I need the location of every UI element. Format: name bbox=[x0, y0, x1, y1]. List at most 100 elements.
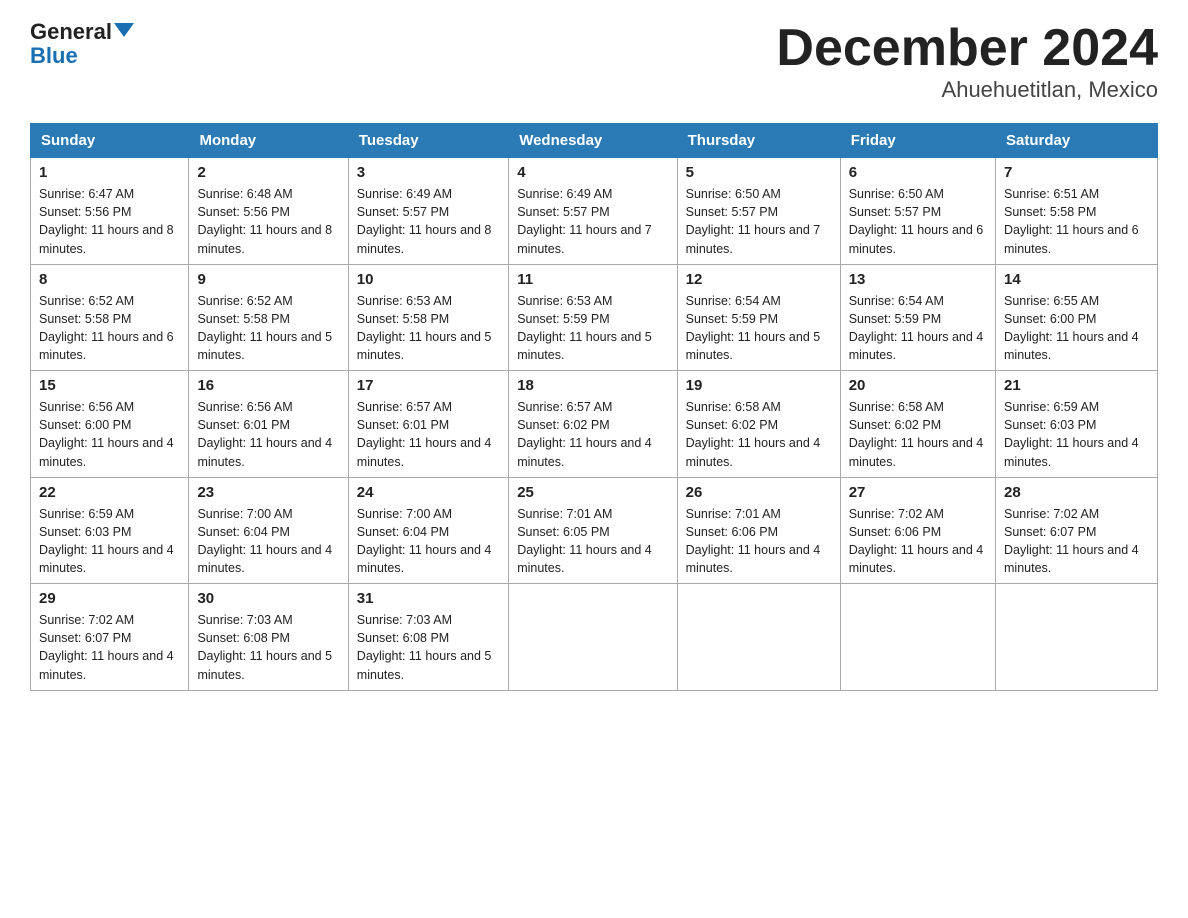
calendar-cell: 10 Sunrise: 6:53 AMSunset: 5:58 PMDayligh… bbox=[348, 264, 508, 371]
day-number: 27 bbox=[849, 484, 987, 501]
day-number: 15 bbox=[39, 377, 180, 394]
day-number: 21 bbox=[1004, 377, 1149, 394]
day-number: 4 bbox=[517, 164, 668, 181]
calendar-cell bbox=[677, 584, 840, 691]
calendar-cell: 27 Sunrise: 7:02 AMSunset: 6:06 PMDayligh… bbox=[840, 477, 995, 584]
day-number: 30 bbox=[197, 590, 339, 607]
day-info: Sunrise: 6:51 AMSunset: 5:58 PMDaylight:… bbox=[1004, 185, 1149, 258]
day-info: Sunrise: 7:03 AMSunset: 6:08 PMDaylight:… bbox=[357, 611, 500, 684]
day-info: Sunrise: 6:56 AMSunset: 6:01 PMDaylight:… bbox=[197, 398, 339, 471]
title-block: December 2024 Ahuehuetitlan, Mexico bbox=[776, 20, 1158, 103]
calendar-cell: 3Sunrise: 6:49 AMSunset: 5:57 PMDaylight… bbox=[348, 158, 508, 265]
day-number: 3 bbox=[357, 164, 500, 181]
day-number: 10 bbox=[357, 271, 500, 288]
day-info: Sunrise: 6:52 AMSunset: 5:58 PMDaylight:… bbox=[39, 292, 180, 365]
calendar-cell bbox=[996, 584, 1158, 691]
calendar-cell: 23 Sunrise: 7:00 AMSunset: 6:04 PMDayligh… bbox=[189, 477, 348, 584]
header-wednesday: Wednesday bbox=[509, 124, 677, 158]
calendar-cell: 15Sunrise: 6:56 AMSunset: 6:00 PMDayligh… bbox=[31, 371, 189, 478]
day-number: 18 bbox=[517, 377, 668, 394]
day-info: Sunrise: 7:03 AMSunset: 6:08 PMDaylight:… bbox=[197, 611, 339, 684]
calendar-cell: 9Sunrise: 6:52 AMSunset: 5:58 PMDaylight… bbox=[189, 264, 348, 371]
calendar-cell bbox=[509, 584, 677, 691]
day-info: Sunrise: 6:58 AMSunset: 6:02 PMDaylight:… bbox=[686, 398, 832, 471]
day-number: 14 bbox=[1004, 271, 1149, 288]
day-number: 6 bbox=[849, 164, 987, 181]
calendar-cell: 16 Sunrise: 6:56 AMSunset: 6:01 PMDayligh… bbox=[189, 371, 348, 478]
day-info: Sunrise: 6:49 AMSunset: 5:57 PMDaylight:… bbox=[517, 185, 668, 258]
calendar-cell: 13 Sunrise: 6:54 AMSunset: 5:59 PMDayligh… bbox=[840, 264, 995, 371]
day-number: 17 bbox=[357, 377, 500, 394]
calendar-cell: 2 Sunrise: 6:48 AMSunset: 5:56 PMDaylight… bbox=[189, 158, 348, 265]
calendar-cell: 19 Sunrise: 6:58 AMSunset: 6:02 PMDayligh… bbox=[677, 371, 840, 478]
calendar-table: SundayMondayTuesdayWednesdayThursdayFrid… bbox=[30, 123, 1158, 691]
calendar-cell: 24Sunrise: 7:00 AMSunset: 6:04 PMDayligh… bbox=[348, 477, 508, 584]
calendar-subtitle: Ahuehuetitlan, Mexico bbox=[776, 77, 1158, 103]
header-friday: Friday bbox=[840, 124, 995, 158]
calendar-cell: 21 Sunrise: 6:59 AMSunset: 6:03 PMDayligh… bbox=[996, 371, 1158, 478]
header-tuesday: Tuesday bbox=[348, 124, 508, 158]
day-info: Sunrise: 6:59 AMSunset: 6:03 PMDaylight:… bbox=[1004, 398, 1149, 471]
day-info: Sunrise: 6:53 AMSunset: 5:58 PMDaylight:… bbox=[357, 292, 500, 365]
day-info: Sunrise: 6:50 AMSunset: 5:57 PMDaylight:… bbox=[686, 185, 832, 258]
week-row-2: 8 Sunrise: 6:52 AMSunset: 5:58 PMDaylight… bbox=[31, 264, 1158, 371]
day-info: Sunrise: 6:59 AMSunset: 6:03 PMDaylight:… bbox=[39, 505, 180, 578]
calendar-cell: 7 Sunrise: 6:51 AMSunset: 5:58 PMDaylight… bbox=[996, 158, 1158, 265]
calendar-cell: 26 Sunrise: 7:01 AMSunset: 6:06 PMDayligh… bbox=[677, 477, 840, 584]
day-number: 26 bbox=[686, 484, 832, 501]
calendar-title: December 2024 bbox=[776, 20, 1158, 77]
logo-text-blue: Blue bbox=[30, 44, 78, 68]
day-number: 25 bbox=[517, 484, 668, 501]
day-number: 24 bbox=[357, 484, 500, 501]
day-info: Sunrise: 6:54 AMSunset: 5:59 PMDaylight:… bbox=[849, 292, 987, 365]
day-info: Sunrise: 6:50 AMSunset: 5:57 PMDaylight:… bbox=[849, 185, 987, 258]
day-number: 31 bbox=[357, 590, 500, 607]
day-info: Sunrise: 6:54 AMSunset: 5:59 PMDaylight:… bbox=[686, 292, 832, 365]
day-info: Sunrise: 6:57 AMSunset: 6:02 PMDaylight:… bbox=[517, 398, 668, 471]
day-number: 11 bbox=[517, 271, 668, 288]
calendar-cell: 29Sunrise: 7:02 AMSunset: 6:07 PMDayligh… bbox=[31, 584, 189, 691]
day-number: 20 bbox=[849, 377, 987, 394]
day-info: Sunrise: 7:01 AMSunset: 6:05 PMDaylight:… bbox=[517, 505, 668, 578]
day-number: 2 bbox=[197, 164, 339, 181]
calendar-cell: 28 Sunrise: 7:02 AMSunset: 6:07 PMDayligh… bbox=[996, 477, 1158, 584]
week-row-4: 22Sunrise: 6:59 AMSunset: 6:03 PMDayligh… bbox=[31, 477, 1158, 584]
day-info: Sunrise: 7:02 AMSunset: 6:06 PMDaylight:… bbox=[849, 505, 987, 578]
header-saturday: Saturday bbox=[996, 124, 1158, 158]
day-number: 28 bbox=[1004, 484, 1149, 501]
day-info: Sunrise: 6:58 AMSunset: 6:02 PMDaylight:… bbox=[849, 398, 987, 471]
day-number: 23 bbox=[197, 484, 339, 501]
calendar-cell bbox=[840, 584, 995, 691]
header-sunday: Sunday bbox=[31, 124, 189, 158]
day-number: 16 bbox=[197, 377, 339, 394]
header-thursday: Thursday bbox=[677, 124, 840, 158]
day-info: Sunrise: 7:02 AMSunset: 6:07 PMDaylight:… bbox=[39, 611, 180, 684]
calendar-cell: 25 Sunrise: 7:01 AMSunset: 6:05 PMDayligh… bbox=[509, 477, 677, 584]
week-row-5: 29Sunrise: 7:02 AMSunset: 6:07 PMDayligh… bbox=[31, 584, 1158, 691]
calendar-cell: 6 Sunrise: 6:50 AMSunset: 5:57 PMDaylight… bbox=[840, 158, 995, 265]
day-number: 5 bbox=[686, 164, 832, 181]
day-number: 8 bbox=[39, 271, 180, 288]
page-header: General Blue December 2024 Ahuehuetitlan… bbox=[30, 20, 1158, 103]
calendar-cell: 22Sunrise: 6:59 AMSunset: 6:03 PMDayligh… bbox=[31, 477, 189, 584]
logo: General Blue bbox=[30, 20, 134, 68]
logo-triangle-icon bbox=[114, 23, 134, 37]
calendar-cell: 5 Sunrise: 6:50 AMSunset: 5:57 PMDaylight… bbox=[677, 158, 840, 265]
day-info: Sunrise: 6:53 AMSunset: 5:59 PMDaylight:… bbox=[517, 292, 668, 365]
day-number: 9 bbox=[197, 271, 339, 288]
day-info: Sunrise: 6:48 AMSunset: 5:56 PMDaylight:… bbox=[197, 185, 339, 258]
calendar-cell: 12Sunrise: 6:54 AMSunset: 5:59 PMDayligh… bbox=[677, 264, 840, 371]
calendar-cell: 1Sunrise: 6:47 AMSunset: 5:56 PMDaylight… bbox=[31, 158, 189, 265]
day-number: 7 bbox=[1004, 164, 1149, 181]
week-row-3: 15Sunrise: 6:56 AMSunset: 6:00 PMDayligh… bbox=[31, 371, 1158, 478]
day-info: Sunrise: 7:02 AMSunset: 6:07 PMDaylight:… bbox=[1004, 505, 1149, 578]
calendar-cell: 20 Sunrise: 6:58 AMSunset: 6:02 PMDayligh… bbox=[840, 371, 995, 478]
calendar-cell: 17 Sunrise: 6:57 AMSunset: 6:01 PMDayligh… bbox=[348, 371, 508, 478]
day-info: Sunrise: 7:01 AMSunset: 6:06 PMDaylight:… bbox=[686, 505, 832, 578]
day-number: 13 bbox=[849, 271, 987, 288]
day-info: Sunrise: 6:57 AMSunset: 6:01 PMDaylight:… bbox=[357, 398, 500, 471]
header-monday: Monday bbox=[189, 124, 348, 158]
calendar-cell: 31 Sunrise: 7:03 AMSunset: 6:08 PMDayligh… bbox=[348, 584, 508, 691]
day-number: 19 bbox=[686, 377, 832, 394]
day-info: Sunrise: 7:00 AMSunset: 6:04 PMDaylight:… bbox=[197, 505, 339, 578]
